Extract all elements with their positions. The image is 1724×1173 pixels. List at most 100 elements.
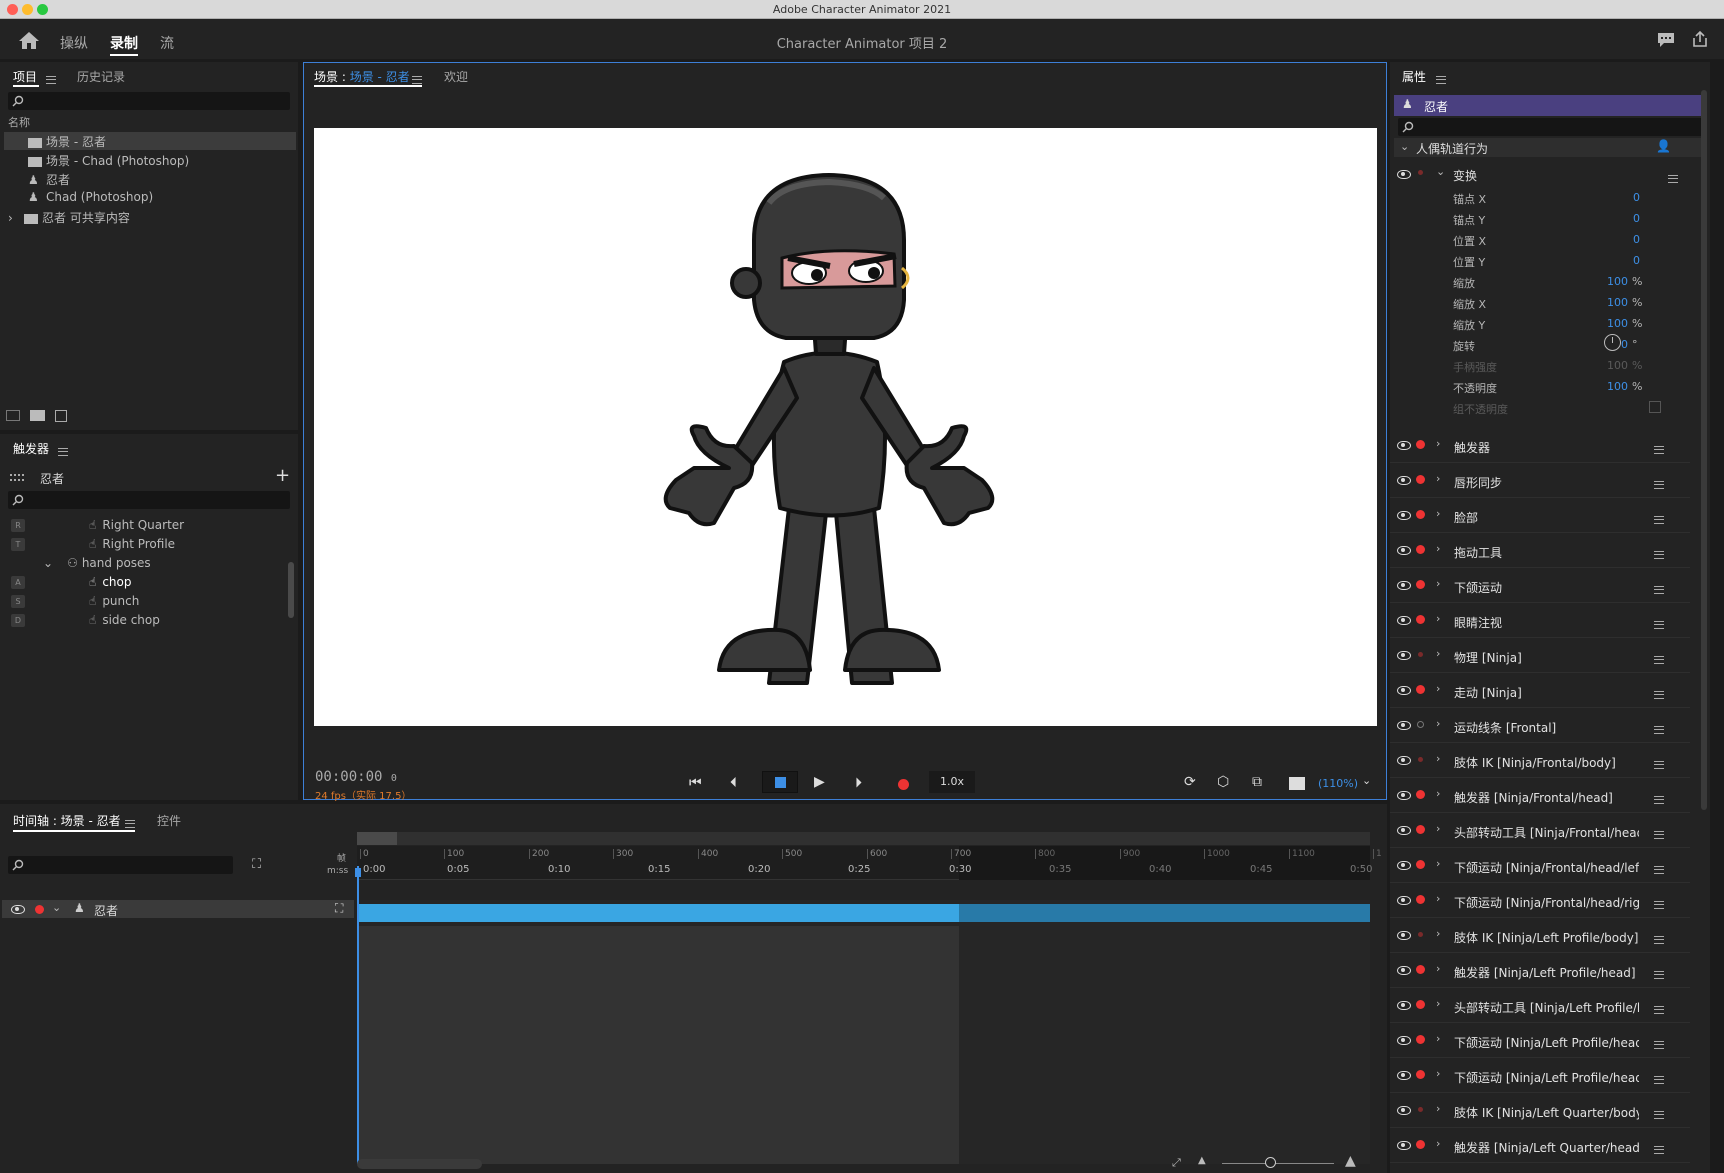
record-arm-dot[interactable] <box>1418 757 1423 762</box>
playhead-handle[interactable] <box>355 868 361 877</box>
behavior-menu-icon[interactable] <box>1654 900 1664 909</box>
time-ruler[interactable]: 0 100 200 300 400 500 600 700 800 900 1000 1100 1 0:0… <box>357 846 1382 880</box>
puppet-tree-icon[interactable]: ⛶ <box>252 857 261 872</box>
behavior-menu-icon[interactable] <box>1654 1110 1664 1119</box>
scene-menu-icon[interactable] <box>412 75 422 84</box>
behavior-row[interactable]: › 下颌运动 [Ninja/Frontal/head/left p... <box>1390 849 1690 883</box>
behavior-menu-icon[interactable] <box>1654 1075 1664 1084</box>
eye-icon[interactable] <box>1397 441 1411 450</box>
chevron-right-icon[interactable]: › <box>1436 437 1440 450</box>
stop-button[interactable] <box>762 771 798 793</box>
tab-timeline[interactable]: 时间轴 : 场景 - 忍者 <box>13 812 121 829</box>
behavior-menu-icon[interactable] <box>1654 1040 1664 1049</box>
timeline-zoom-slider[interactable] <box>1222 1163 1334 1164</box>
step-back-button[interactable]: ⏴ <box>730 775 737 791</box>
prop-scale-y-value[interactable]: 100 <box>1580 317 1628 330</box>
playhead[interactable] <box>357 866 359 1164</box>
record-arm-dot[interactable] <box>1418 932 1423 937</box>
eye-icon[interactable] <box>1397 1036 1411 1045</box>
behavior-menu-icon[interactable] <box>1654 970 1664 979</box>
eye-icon[interactable] <box>1397 616 1411 625</box>
new-item-icon[interactable] <box>55 410 67 422</box>
behavior-menu-icon[interactable] <box>1654 550 1664 559</box>
record-arm-dot[interactable] <box>1416 790 1425 799</box>
track-row[interactable]: ⌄ ♟ 忍者 ⛶ <box>2 900 354 918</box>
record-arm-dot[interactable] <box>1416 685 1425 694</box>
zoom-window-button[interactable] <box>37 4 48 15</box>
eye-icon[interactable] <box>1397 511 1411 520</box>
behavior-row[interactable]: › 物理 [Ninja] <box>1390 639 1690 673</box>
loop-icon[interactable]: ⟳ <box>1184 774 1196 790</box>
tab-project[interactable]: 项目 <box>13 68 37 85</box>
screen-icon[interactable]: ⧉ <box>1252 774 1262 790</box>
record-arm-dot[interactable] <box>1418 1107 1423 1112</box>
record-arm-dot[interactable] <box>1416 615 1425 624</box>
behavior-row[interactable]: › 运动线条 [Frontal] <box>1390 709 1690 743</box>
trigger-group-hand-poses[interactable]: ⌄ ⚇ hand poses <box>43 556 151 575</box>
eye-icon[interactable] <box>1397 721 1411 730</box>
eye-icon[interactable] <box>1397 1071 1411 1080</box>
zoom-slider-thumb[interactable] <box>1265 1157 1276 1168</box>
chevron-right-icon[interactable]: › <box>1436 962 1440 975</box>
prop-position-y-value[interactable]: 0 <box>1590 254 1640 267</box>
behavior-menu-icon[interactable] <box>1654 725 1664 734</box>
prop-scale-x-value[interactable]: 100 <box>1580 296 1628 309</box>
behavior-row[interactable]: › 肢体 IK [Ninja/Left Profile/body] <box>1390 919 1690 953</box>
eye-icon[interactable] <box>11 905 25 914</box>
timeline-scrollbar[interactable] <box>357 1159 482 1169</box>
behavior-menu-icon[interactable] <box>1654 690 1664 699</box>
step-forward-button[interactable]: ⏵ <box>855 775 862 791</box>
record-arm-dot[interactable] <box>1416 510 1425 519</box>
feedback-icon[interactable] <box>1657 32 1675 48</box>
chevron-right-icon[interactable]: › <box>1436 1032 1440 1045</box>
eye-icon[interactable] <box>1397 861 1411 870</box>
zoom-in-icon[interactable]: ▲ <box>1345 1153 1356 1169</box>
chevron-right-icon[interactable]: › <box>1436 577 1440 590</box>
behavior-row[interactable]: › 肢体 IK [Ninja/Left Quarter/body] <box>1390 1094 1690 1128</box>
properties-search-input[interactable] <box>1398 118 1704 136</box>
group-opacity-checkbox[interactable] <box>1649 401 1661 413</box>
project-menu-icon[interactable] <box>46 75 56 84</box>
new-scene-icon[interactable] <box>6 410 20 421</box>
share-icon[interactable] <box>1691 30 1709 48</box>
behavior-row[interactable]: › 肢体 IK [Ninja/Frontal/body] <box>1390 744 1690 778</box>
transform-group-label[interactable]: 变换 <box>1453 167 1477 184</box>
prop-opacity-value[interactable]: 100 <box>1580 380 1628 393</box>
take-bar[interactable] <box>357 904 959 922</box>
background-toggle[interactable] <box>1289 777 1305 790</box>
chevron-right-icon[interactable]: › <box>1436 1137 1440 1150</box>
playback-speed[interactable]: 1.0x <box>929 771 975 793</box>
behavior-menu-icon[interactable] <box>1654 1145 1664 1154</box>
tab-history[interactable]: 历史记录 <box>77 68 125 85</box>
scene-canvas[interactable] <box>314 128 1377 726</box>
add-trigger-button[interactable]: + <box>275 465 290 486</box>
tab-welcome[interactable]: 欢迎 <box>444 68 468 85</box>
behavior-menu-icon[interactable] <box>1654 480 1664 489</box>
record-arm-dot[interactable] <box>1418 170 1423 175</box>
record-arm-dot[interactable] <box>1416 1035 1425 1044</box>
behavior-menu-icon[interactable] <box>1667 174 1678 183</box>
behavior-row[interactable]: › 下颌运动 [Ninja/Left Profile/head/le... <box>1390 1024 1690 1058</box>
record-arm-dot[interactable] <box>1416 475 1425 484</box>
chevron-right-icon[interactable]: › <box>1436 857 1440 870</box>
eye-icon[interactable] <box>1397 1141 1411 1150</box>
eye-icon[interactable] <box>1397 791 1411 800</box>
record-arm-dot[interactable] <box>1416 580 1425 589</box>
eye-icon[interactable] <box>1397 581 1411 590</box>
behavior-menu-icon[interactable] <box>1654 830 1664 839</box>
properties-scrollbar[interactable] <box>1701 90 1707 810</box>
prop-rotation-value[interactable]: 0 <box>1590 338 1628 351</box>
chevron-right-icon[interactable]: › <box>1436 612 1440 625</box>
chevron-right-icon[interactable]: › <box>8 211 24 225</box>
chevron-right-icon[interactable]: › <box>1436 647 1440 660</box>
chevron-right-icon[interactable]: › <box>1436 682 1440 695</box>
behavior-row[interactable]: › 下颌运动 <box>1390 569 1690 603</box>
expand-icon[interactable]: ⤢ <box>1172 1156 1181 1170</box>
behavior-row[interactable]: › 眼睛注视 <box>1390 604 1690 638</box>
minimize-window-button[interactable] <box>22 4 33 15</box>
tab-scene[interactable]: 场景 : 场景 - 忍者 <box>314 68 410 85</box>
project-item-scene-ninja[interactable]: 场景 - 忍者 <box>28 133 106 152</box>
behavior-menu-icon[interactable] <box>1654 795 1664 804</box>
behavior-menu-icon[interactable] <box>1654 1005 1664 1014</box>
track-area[interactable] <box>357 900 1370 1164</box>
